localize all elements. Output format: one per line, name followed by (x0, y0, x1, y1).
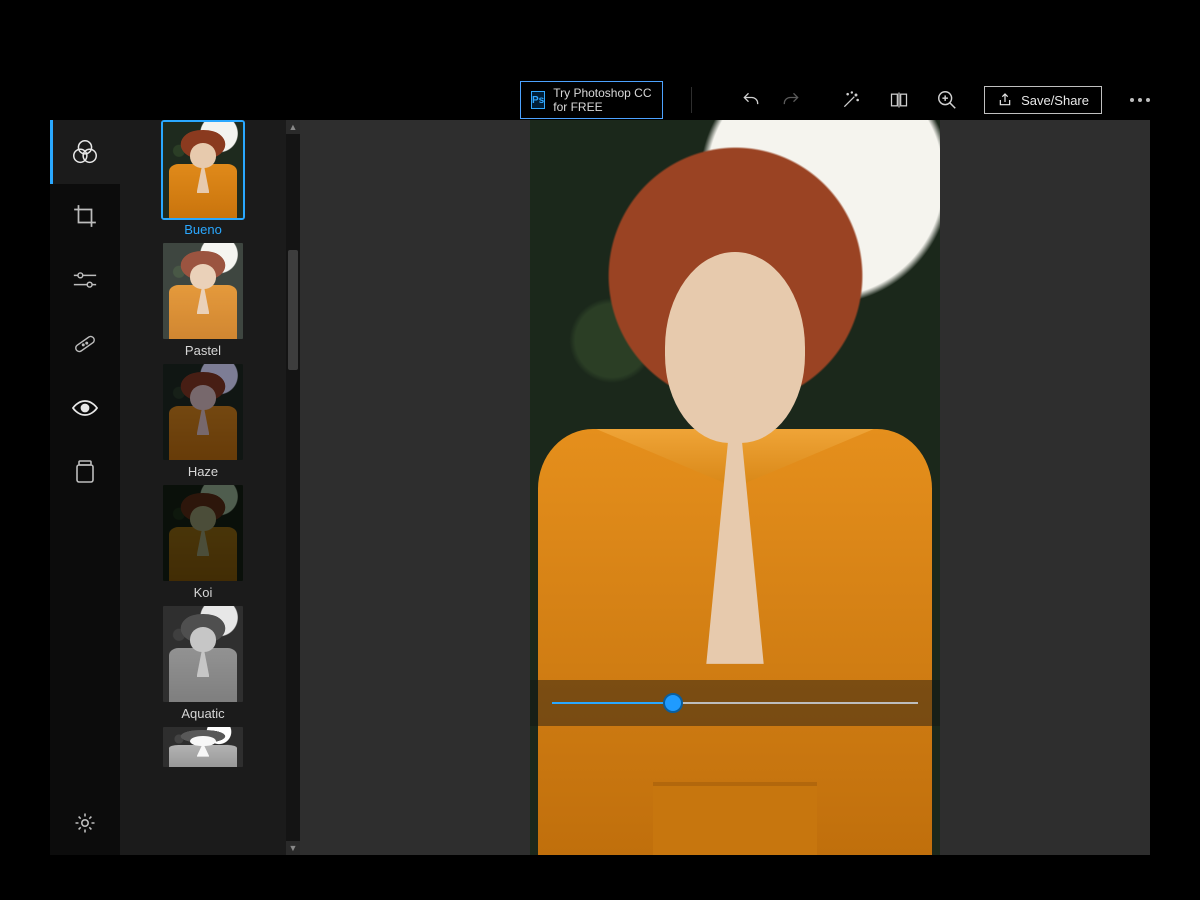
filter-item[interactable]: Haze (153, 364, 253, 479)
slider-track[interactable] (552, 702, 918, 704)
flip-button[interactable] (888, 89, 910, 111)
filter-label: Pastel (153, 343, 253, 358)
filter-thumb (163, 606, 243, 702)
app-window: Ps Try Photoshop CC for FREE (50, 80, 1150, 855)
filter-item[interactable]: Koi (153, 485, 253, 600)
filter-scrollbar[interactable]: ▲ ▼ (286, 120, 300, 855)
share-icon (997, 92, 1013, 108)
scroll-down-button[interactable]: ▼ (286, 841, 300, 855)
adjustments-tool[interactable] (50, 248, 120, 312)
canvas-area (300, 120, 1150, 855)
eye-icon (71, 398, 99, 418)
overlapping-circles-icon (70, 137, 100, 167)
tool-rail (50, 120, 120, 855)
filter-panel: Bueno Pastel Haze Koi (120, 120, 300, 855)
settings-button[interactable] (50, 791, 120, 855)
filter-item[interactable] (153, 727, 253, 767)
crop-tool[interactable] (50, 184, 120, 248)
crop-icon (72, 203, 98, 229)
sliders-icon (72, 270, 98, 290)
redo-button[interactable] (780, 89, 802, 111)
try-photoshop-button[interactable]: Ps Try Photoshop CC for FREE (520, 81, 663, 119)
try-photoshop-label: Try Photoshop CC for FREE (553, 86, 652, 114)
filter-label: Aquatic (153, 706, 253, 721)
filter-thumb (163, 727, 243, 767)
looks-tool[interactable] (50, 120, 120, 184)
gear-icon (73, 811, 97, 835)
heal-tool[interactable] (50, 312, 120, 376)
bandage-icon (71, 330, 99, 358)
more-menu-button[interactable] (1130, 98, 1150, 102)
filter-item[interactable]: Aquatic (153, 606, 253, 721)
filter-item[interactable]: Bueno (153, 122, 253, 237)
filter-label: Bueno (153, 222, 253, 237)
border-tool[interactable] (50, 440, 120, 504)
undo-button[interactable] (740, 89, 762, 111)
top-toolbar: Ps Try Photoshop CC for FREE (50, 80, 1150, 120)
filter-list: Bueno Pastel Haze Koi (120, 120, 286, 855)
photoshop-badge-icon: Ps (531, 91, 545, 109)
scrollbar-thumb[interactable] (288, 250, 298, 370)
redeye-tool[interactable] (50, 376, 120, 440)
jar-icon (74, 459, 96, 485)
auto-enhance-button[interactable] (840, 89, 862, 111)
filter-thumb (163, 122, 243, 218)
filter-label: Koi (153, 585, 253, 600)
filter-thumb (163, 364, 243, 460)
save-share-label: Save/Share (1021, 93, 1089, 108)
toolbar-separator (691, 87, 692, 113)
filter-thumb (163, 485, 243, 581)
filter-thumb (163, 243, 243, 339)
filter-item[interactable]: Pastel (153, 243, 253, 358)
slider-handle[interactable] (663, 693, 683, 713)
slider-fill (552, 702, 673, 704)
zoom-button[interactable] (936, 89, 958, 111)
filter-label: Haze (153, 464, 253, 479)
main-image[interactable] (530, 120, 940, 855)
save-share-button[interactable]: Save/Share (984, 86, 1102, 114)
scroll-up-button[interactable]: ▲ (286, 120, 300, 134)
intensity-slider[interactable] (530, 680, 940, 726)
